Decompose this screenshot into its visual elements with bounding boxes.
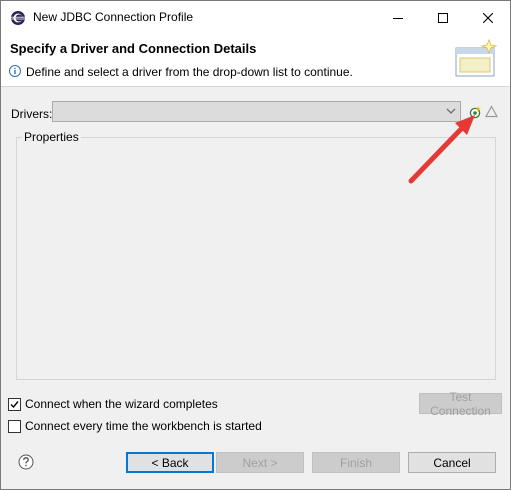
connect-on-startup-option[interactable]: Connect every time the workbench is star… — [8, 419, 262, 433]
maximize-icon — [437, 12, 448, 23]
connect-on-finish-option[interactable]: Connect when the wizard completes — [8, 397, 218, 411]
info-icon — [9, 65, 21, 77]
connect-on-finish-label: Connect when the wizard completes — [25, 397, 218, 411]
eclipse-icon — [11, 11, 25, 25]
window-title: New JDBC Connection Profile — [33, 10, 194, 24]
header-message: Define and select a driver from the drop… — [26, 65, 353, 79]
drivers-label: Drivers: — [11, 107, 53, 121]
connect-on-finish-checkbox[interactable] — [8, 397, 21, 411]
test-connection-button[interactable]: Test Connection — [419, 390, 502, 418]
page-title: Specify a Driver and Connection Details — [10, 41, 257, 56]
next-button[interactable]: Next > — [216, 452, 304, 473]
drivers-dropdown[interactable] — [52, 101, 461, 122]
close-icon — [482, 12, 493, 23]
finish-button[interactable]: Finish — [312, 452, 400, 473]
back-button[interactable]: < Back — [126, 452, 214, 473]
minimize-button[interactable] — [375, 1, 420, 34]
connect-on-startup-label: Connect every time the workbench is star… — [25, 419, 262, 433]
wizard-header: Specify a Driver and Connection Details … — [1, 34, 510, 87]
annotation-arrow-icon — [408, 115, 475, 184]
checkmark-icon — [10, 400, 19, 408]
title-bar: New JDBC Connection Profile — [1, 1, 510, 34]
properties-title: Properties — [22, 130, 81, 144]
wizard-banner-icon — [455, 38, 498, 77]
minimize-icon — [392, 17, 403, 19]
cancel-button[interactable]: Cancel — [408, 452, 496, 473]
maximize-button[interactable] — [420, 1, 465, 34]
connect-on-startup-checkbox[interactable] — [8, 419, 21, 433]
close-button[interactable] — [465, 1, 510, 34]
dialog-window: New JDBC Connection Profile Specify a Dr… — [0, 0, 511, 490]
edit-driver-icon[interactable] — [485, 105, 498, 118]
help-icon[interactable] — [18, 454, 34, 470]
